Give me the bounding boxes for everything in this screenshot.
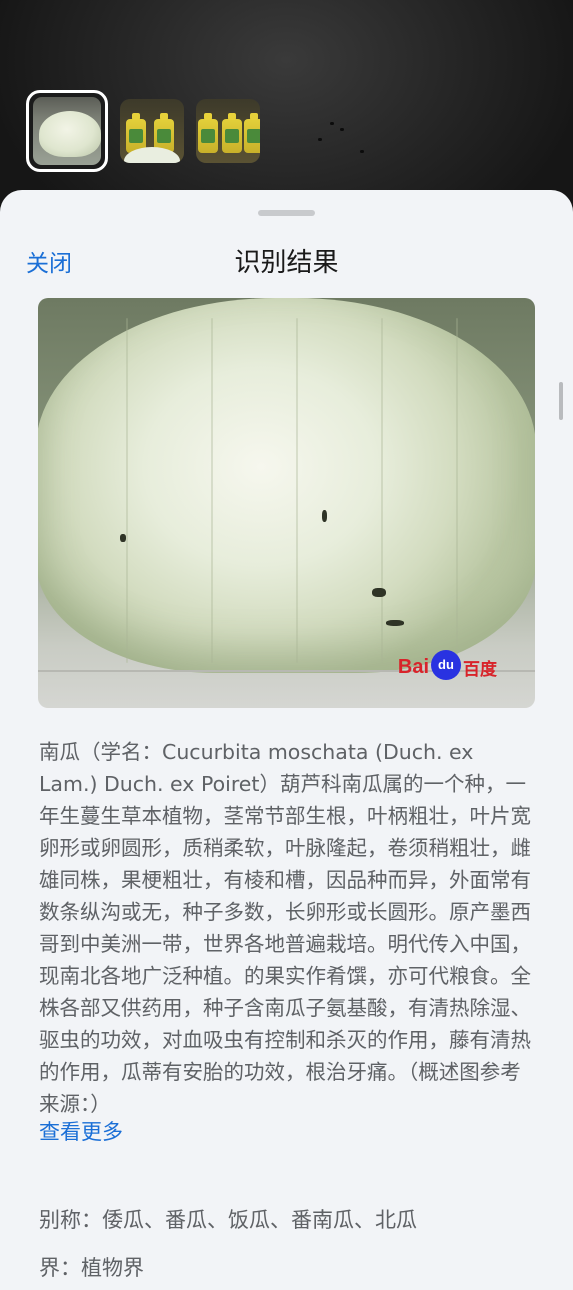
baidu-logo-cn: 百度 bbox=[463, 660, 497, 680]
baidu-logo: Bai du 百度 bbox=[397, 649, 497, 680]
image-thumbnail-strip bbox=[26, 90, 260, 172]
alias-value: 倭瓜、番瓜、饭瓜、番南瓜、北瓜 bbox=[102, 1208, 417, 1232]
kingdom-label: 界： bbox=[39, 1256, 81, 1280]
alias-label: 别称： bbox=[39, 1208, 102, 1232]
result-bottom-sheet: 关闭 识别结果 Bai du 百度 南瓜（学名：Cucurbita moscha… bbox=[0, 190, 573, 1290]
sheet-drag-handle[interactable] bbox=[258, 210, 315, 216]
baidu-logo-bai: Bai bbox=[397, 656, 429, 678]
alias-row: 别称：倭瓜、番瓜、饭瓜、番南瓜、北瓜 bbox=[39, 1204, 417, 1234]
thumbnail-pumpkin[interactable] bbox=[26, 90, 108, 172]
sheet-title: 识别结果 bbox=[234, 248, 339, 278]
scrollbar[interactable] bbox=[559, 382, 563, 420]
thumbnail-bottles-2[interactable] bbox=[196, 99, 260, 163]
baidu-paw-icon: du bbox=[431, 649, 461, 680]
kingdom-value: 植物界 bbox=[81, 1256, 144, 1280]
result-image[interactable]: Bai du 百度 bbox=[38, 298, 535, 708]
thumbnail-bottles-1[interactable] bbox=[120, 99, 184, 163]
pumpkin-photo bbox=[38, 298, 535, 673]
view-more-link[interactable]: 查看更多 bbox=[39, 1116, 123, 1146]
kingdom-row: 界：植物界 bbox=[39, 1252, 144, 1282]
result-description: 南瓜（学名：Cucurbita moschata (Duch. ex Lam.)… bbox=[39, 740, 531, 1116]
